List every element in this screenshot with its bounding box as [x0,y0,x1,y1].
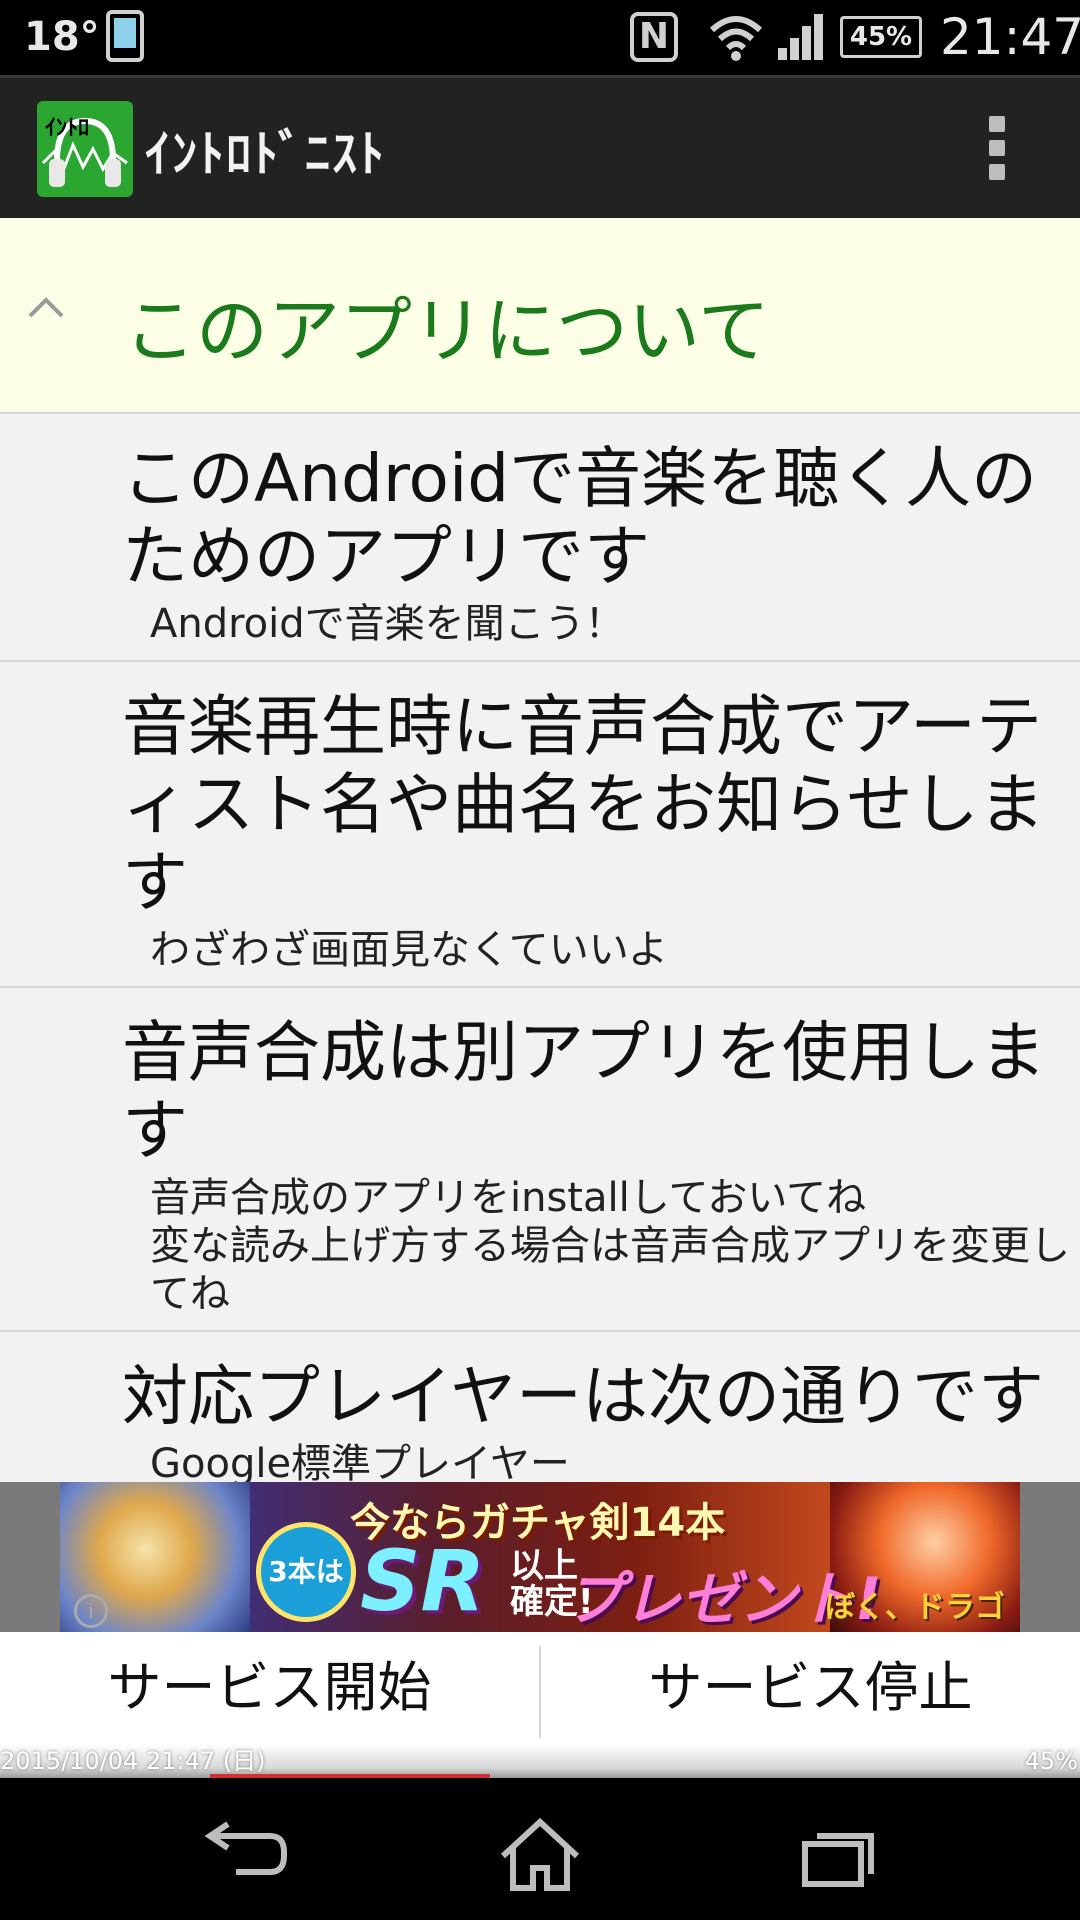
ad-badge: 3本は [256,1522,356,1622]
list-item[interactable]: 音声合成は別アプリを使用します 音声合成のアプリをinstallしておいてね 変… [0,988,1080,1332]
navigation-bar [0,1778,1080,1920]
stop-service-button[interactable]: サービス停止 [541,1632,1080,1744]
signal-icon [778,14,823,60]
section-title: このアプリについて [124,289,770,373]
app-logo-icon: ｲﾝﾄﾛ [37,101,133,197]
ad-row: i 3本は 今ならガチャ剣14本 SR 以上 確定! プレゼント! ぼく、ドラゴ… [0,1482,1080,1632]
recents-icon[interactable] [795,1814,885,1894]
start-service-button[interactable]: サービス開始 [0,1632,539,1744]
item-title: 音声合成は別アプリを使用します [122,1014,1046,1169]
home-icon[interactable] [495,1814,585,1894]
item-title: 音楽再生時に音声合成でアーティスト名や曲名をお知らせします [122,688,1045,921]
nfc-icon: N [630,12,678,62]
ad-game-logo: ぼく、ドラゴン [825,1590,1005,1625]
list-item[interactable]: 対応プレイヤーは次の通りです Google標準プレイヤー [0,1332,1080,1482]
clock-text: 21:47 [940,8,1080,66]
ad-sr-text: SR [360,1532,486,1630]
content-list: このアプリについて このAndroidで音楽を聴く人のためのアプリです Andr… [0,218,1080,1482]
list-item[interactable]: このAndroidで音楽を聴く人のためのアプリです Androidで音楽を聞こう… [0,414,1080,662]
service-button-bar: サービス開始 サービス停止 [0,1632,1080,1744]
item-subtitle: わざわざ画面見なくていいよ [150,927,668,973]
wifi-icon [709,16,763,61]
list-item[interactable]: 音楽再生時に音声合成でアーティスト名や曲名をお知らせします わざわざ画面見なくて… [0,662,1080,988]
chevron-up-icon [28,297,64,318]
item-title: このAndroidで音楽を聴く人のためのアプリです [122,440,1038,595]
ad-info-icon[interactable]: i [74,1594,108,1628]
item-title: 対応プレイヤーは次の通りです [122,1358,1045,1435]
overflow-menu-icon[interactable] [986,116,1008,182]
item-subtitle: Google標準プレイヤー [150,1441,570,1482]
temperature-text: 18° [24,14,100,60]
phone-icon [106,10,144,62]
status-bar: 18° N 45% 21:47 [0,0,1080,75]
svg-text:ｲﾝﾄﾛ: ｲﾝﾄﾛ [45,116,89,141]
overlay-battery: 45% [1024,1747,1078,1775]
ad-banner[interactable]: i 3本は 今ならガチャ剣14本 SR 以上 確定! プレゼント! ぼく、ドラゴ… [60,1482,1020,1632]
item-subtitle: 音声合成のアプリをinstallしておいてね 変な読み上げ方する場合は音声合成ア… [150,1175,1070,1317]
item-subtitle: Androidで音楽を聞こう！ [150,601,625,647]
battery-icon: 45% [840,16,922,58]
app-bar: ｲﾝﾄﾛ ｲﾝﾄﾛﾄﾞﾆｽﾄ [0,75,1080,218]
back-icon[interactable] [200,1814,290,1894]
app-title: ｲﾝﾄﾛﾄﾞﾆｽﾄ [145,125,386,183]
overlay-datetime: 2015/10/04 21:47 (日) [0,1747,266,1775]
section-header[interactable]: このアプリについて [0,218,1080,414]
